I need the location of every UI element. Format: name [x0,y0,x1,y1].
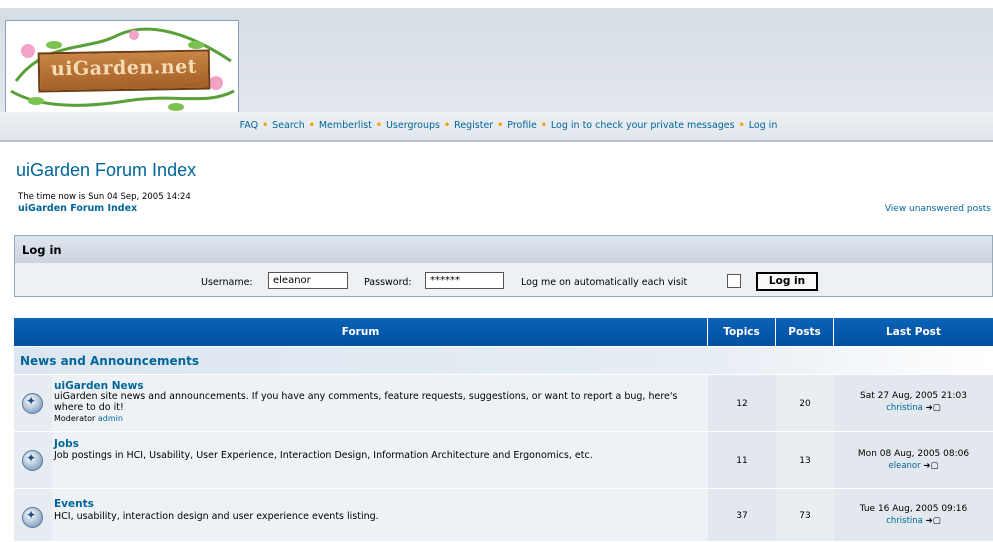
password-label: Password: [364,277,412,288]
forum-name-jobs[interactable]: Jobs [54,438,79,450]
forum-description: Job postings in HCI, Usability, User Exp… [54,450,593,461]
topics-count: 11 [736,456,748,466]
view-unanswered-link[interactable]: View unanswered posts [885,204,991,214]
view-latest-post-icon[interactable]: ➜▢ [926,403,941,413]
category-row: News and Announcements [14,347,993,374]
log-in-button[interactable]: Log in [756,272,818,291]
forum-icon-cell [14,432,52,489]
header-forum: Forum [14,318,708,346]
login-header: Log in [15,236,992,263]
view-latest-post-icon[interactable]: ➜▢ [926,516,941,526]
topics-count: 37 [736,511,748,521]
nav-register[interactable]: Register [454,120,493,131]
nav-separator: • [497,120,504,131]
forum-info-cell: Jobs Job postings in HCI, Usability, Use… [52,432,708,489]
nav-separator: • [540,120,547,131]
header-last-post: Last Post [834,318,993,346]
topics-count: 12 [736,399,748,409]
nav-separator: • [308,120,315,131]
header-posts: Posts [776,318,834,346]
moderator-link[interactable]: admin [98,414,123,423]
login-panel: Log in Username: Password: Log me on aut… [14,235,993,297]
table-header-row: Forum Topics Posts Last Post [14,318,993,346]
forum-folder-icon [22,450,43,471]
forum-folder-icon [22,393,43,414]
posts-cell: 20 [776,375,834,432]
last-post-cell: Mon 08 Aug, 2005 08:06 eleanor ➜▢ [834,432,993,489]
site-header: uiGarden.net [0,8,993,116]
username-label: Username: [201,277,253,288]
nav-usergroups[interactable]: Usergroups [386,120,440,131]
nav-separator: • [738,120,745,131]
posts-count: 73 [799,511,811,521]
table-row: uiGarden News uiGarden site news and ann… [14,375,993,432]
forum-info-cell: uiGarden News uiGarden site news and ann… [52,375,708,432]
forum-folder-icon [22,507,43,528]
logo-text: uiGarden.net [50,55,198,81]
password-field[interactable] [425,272,504,289]
nav-faq[interactable]: FAQ [240,120,258,131]
nav-memberlist[interactable]: Memberlist [319,120,372,131]
site-logo[interactable]: uiGarden.net [5,20,239,116]
last-post-user[interactable]: christina [886,516,923,526]
forum-index-link[interactable]: uiGarden Forum Index [18,203,137,214]
topics-cell: 12 [708,375,776,432]
auto-login-label: Log me on automatically each visit [521,277,688,288]
topics-cell: 37 [708,489,776,542]
last-post-date: Sat 27 Aug, 2005 21:03 [860,391,967,401]
login-form: Username: Password: Log me on automatica… [15,265,992,295]
posts-cell: 13 [776,432,834,489]
logo-wooden-sign: uiGarden.net [37,49,211,93]
category-news-and-announcements[interactable]: News and Announcements [20,354,199,368]
posts-count: 13 [799,456,811,466]
nav-bar: FAQ • Search • Memberlist • Usergroups • Registe… [0,112,993,142]
last-post-cell: Sat 27 Aug, 2005 21:03 christina ➜▢ [834,375,993,432]
login-title: Log in [22,243,62,257]
last-post-date: Mon 08 Aug, 2005 08:06 [857,449,970,459]
table-row: Events HCI, usability, interaction desig… [14,489,993,542]
nav-links: FAQ • Search • Memberlist • Usergroups • Registe… [0,120,993,131]
nav-profile[interactable]: Profile [507,120,537,131]
last-post-cell: Tue 16 Aug, 2005 09:16 christina ➜▢ [834,489,993,542]
page-title[interactable]: uiGarden Forum Index [16,160,196,181]
table-row: Jobs Job postings in HCI, Usability, Use… [14,432,993,489]
header-topics: Topics [708,318,776,346]
forum-info-cell: Events HCI, usability, interaction desig… [52,489,708,542]
nav-private-messages[interactable]: Log in to check your private messages [551,120,735,131]
last-post-user[interactable]: eleanor [889,461,921,471]
current-time-text: The time now is Sun 04 Sep, 2005 14:24 [18,192,191,202]
moderator-label: Moderator [54,414,96,423]
forum-icon-cell [14,375,52,432]
last-post-user[interactable]: christina [886,403,923,413]
nav-separator: • [444,120,451,131]
auto-login-checkbox[interactable] [727,274,741,288]
forum-icon-cell [14,489,52,542]
forum-description: uiGarden site news and announcements. If… [54,391,678,413]
nav-search[interactable]: Search [272,120,305,131]
posts-count: 20 [799,399,811,409]
topics-cell: 11 [708,432,776,489]
forum-name-events[interactable]: Events [54,498,94,510]
posts-cell: 73 [776,489,834,542]
forum-moderator: Moderator admin [54,414,123,423]
nav-log-in[interactable]: Log in [749,120,778,131]
nav-separator: • [262,120,269,131]
username-field[interactable] [268,272,348,289]
forum-description: HCI, usability, interaction design and u… [54,511,379,522]
nav-separator: • [375,120,382,131]
last-post-date: Tue 16 Aug, 2005 09:16 [859,504,968,514]
view-latest-post-icon[interactable]: ➜▢ [923,461,938,471]
